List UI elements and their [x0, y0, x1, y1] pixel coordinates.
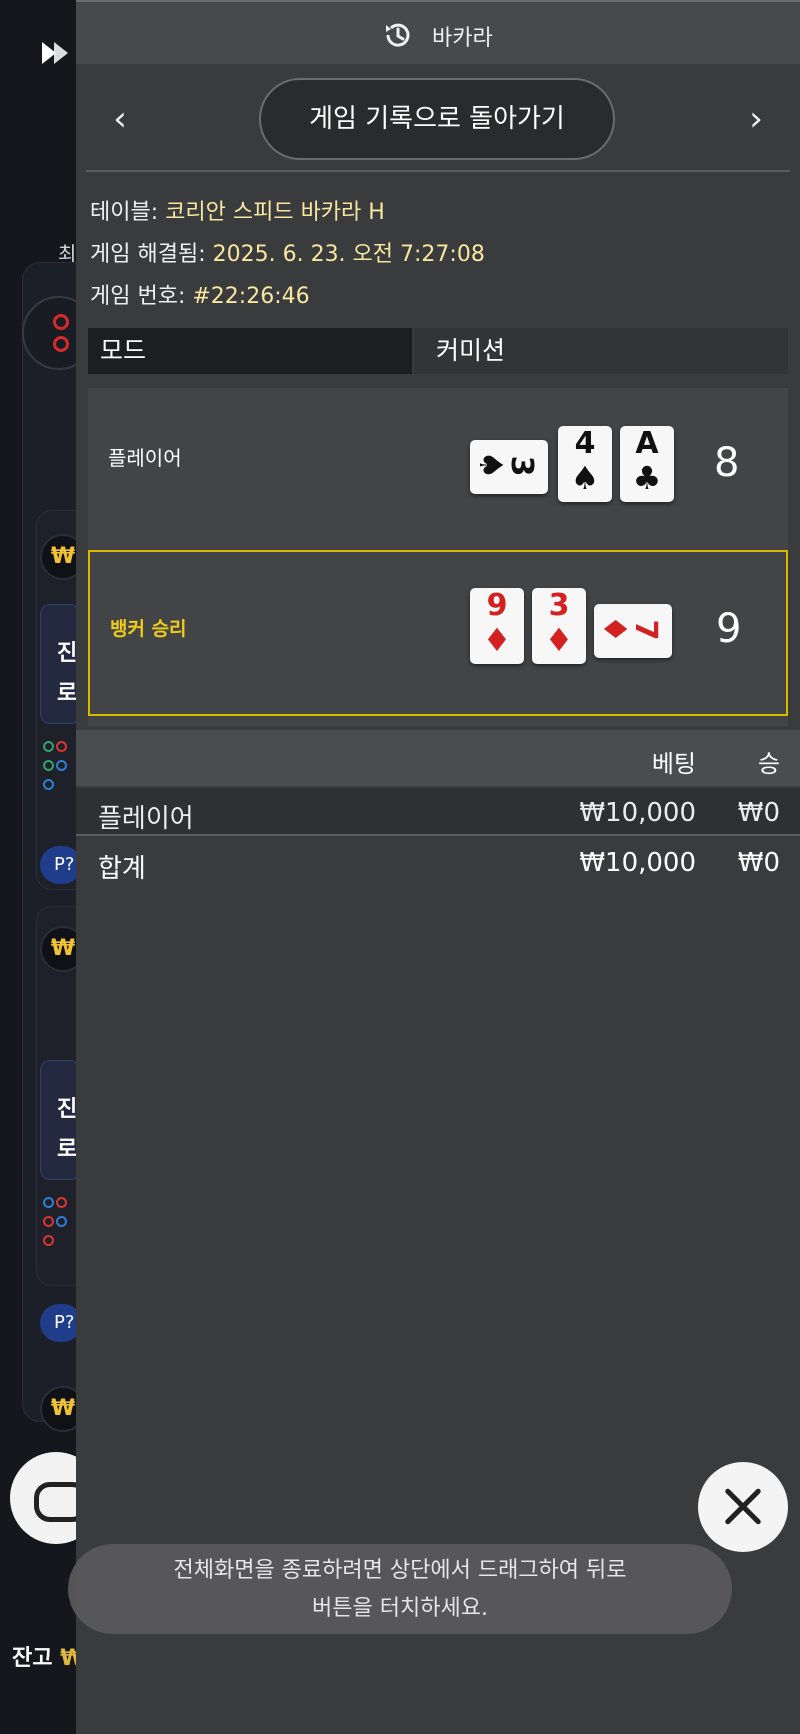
brand-logo — [42, 42, 68, 64]
bet-table-header: 베팅 승 — [76, 730, 800, 786]
panel-header: 바카라 — [76, 0, 800, 64]
banker-card-3: 7 ♦ — [594, 604, 672, 658]
game-history-panel: 바카라 ‹ 게임 기록으로 돌아가기 › 테이블: 코리안 스피드 바카라 H … — [76, 0, 800, 1734]
bg-promo-banner: 진 로 — [40, 604, 80, 724]
total-win: ₩0 — [737, 848, 780, 878]
total-label: 합계 — [98, 854, 146, 884]
mode-row: 모드 커미션 — [88, 328, 788, 374]
banker-card-1: 9 ♦ — [470, 588, 524, 664]
player-score: 8 — [714, 440, 740, 486]
fullscreen-exit-toast: 전체화면을 종료하려면 상단에서 드래그하여 뒤로 버튼을 터치하세요. — [68, 1544, 732, 1634]
banker-score: 9 — [716, 606, 742, 652]
win-amount: ₩0 — [737, 798, 780, 828]
divider — [86, 170, 790, 172]
player-card-1: 3 ♠ — [470, 440, 548, 494]
game-number-info: 게임 번호: #22:26:46 — [90, 284, 310, 309]
banker-card-2: 3 ♦ — [532, 588, 586, 664]
player-card-3: A ♣ — [620, 426, 674, 502]
bet-name: 플레이어 — [98, 804, 194, 834]
total-row: 합계 ₩10,000 ₩0 — [76, 838, 800, 886]
game-result: 플레이어 3 ♠ 4 ♠ A ♣ 8 뱅커 승리 9 ♦ 3 ♦ 7 ♦ 9 — [88, 388, 788, 726]
banker-win-label: 뱅커 승리 — [110, 618, 187, 640]
table-row: 플레이어 ₩10,000 ₩0 — [76, 788, 800, 836]
history-icon — [386, 23, 410, 47]
next-game-arrow[interactable]: › — [736, 100, 776, 140]
toast-line-1: 전체화면을 종료하려면 상단에서 드래그하여 뒤로 — [173, 1558, 627, 1583]
player-hand-label: 플레이어 — [108, 446, 182, 470]
panel-title: 바카라 — [432, 26, 493, 51]
bet-amount: ₩10,000 — [579, 798, 696, 828]
total-bet: ₩10,000 — [579, 848, 696, 878]
player-card-2: 4 ♠ — [558, 426, 612, 502]
back-to-history-button[interactable]: 게임 기록으로 돌아가기 — [259, 78, 615, 160]
resolved-time-info: 게임 해결됨: 2025. 6. 23. 오전 7:27:08 — [90, 242, 485, 267]
win-column-header: 승 — [757, 750, 780, 778]
bg-roadmap — [42, 738, 70, 795]
table-info: 테이블: 코리안 스피드 바카라 H — [90, 200, 385, 225]
bg-roadmap — [42, 1194, 70, 1251]
mode-value: 커미션 — [414, 328, 788, 374]
bg-promo-banner: 진 로 — [40, 1060, 80, 1180]
player-hand: 플레이어 3 ♠ 4 ♠ A ♣ 8 — [88, 388, 788, 544]
close-button[interactable] — [698, 1462, 788, 1552]
banker-hand: 뱅커 승리 9 ♦ 3 ♦ 7 ♦ 9 — [88, 550, 788, 716]
mode-label: 모드 — [88, 328, 412, 374]
prev-game-arrow[interactable]: ‹ — [100, 100, 140, 140]
bet-column-header: 베팅 — [651, 750, 696, 778]
toast-line-2: 버튼을 터치하세요. — [312, 1596, 488, 1621]
